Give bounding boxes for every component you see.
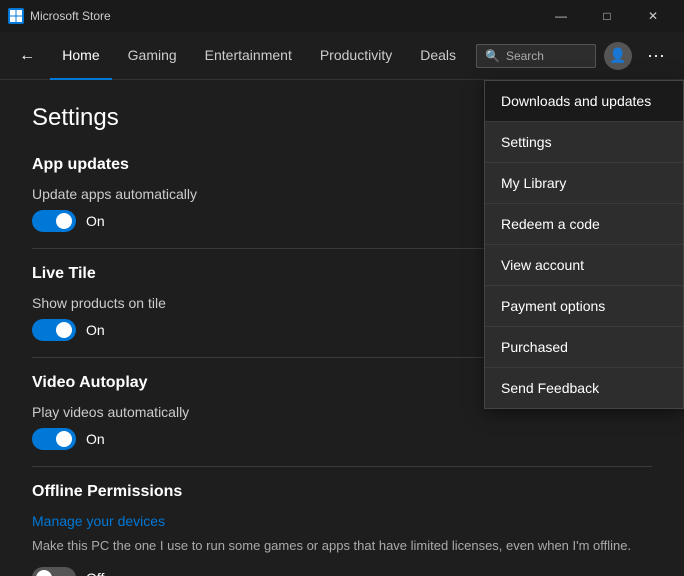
dropdown-item-2[interactable]: My Library xyxy=(485,163,683,204)
offline-permissions-section: Offline Permissions Manage your devices … xyxy=(32,483,652,576)
nav-item-productivity[interactable]: Productivity xyxy=(308,32,404,80)
dropdown-item-3[interactable]: Redeem a code xyxy=(485,204,683,245)
title-bar-controls: — □ ✕ xyxy=(538,0,676,32)
nav-bar: ← Home Gaming Entertainment Productivity… xyxy=(0,32,684,80)
dropdown-item-4[interactable]: View account xyxy=(485,245,683,286)
minimize-button[interactable]: — xyxy=(538,0,584,32)
main-content: Settings App updates Update apps automat… xyxy=(0,80,684,576)
video-autoplay-toggle-label: On xyxy=(86,431,105,447)
maximize-button[interactable]: □ xyxy=(584,0,630,32)
dropdown-item-5[interactable]: Payment options xyxy=(485,286,683,327)
offline-permissions-title: Offline Permissions xyxy=(32,483,652,501)
offline-toggle[interactable] xyxy=(32,567,76,576)
back-button[interactable]: ← xyxy=(12,40,42,72)
nav-item-gaming[interactable]: Gaming xyxy=(116,32,189,80)
app-updates-toggle-label: On xyxy=(86,213,105,229)
offline-permissions-description: Make this PC the one I use to run some g… xyxy=(32,537,652,555)
dropdown-item-1[interactable]: Settings xyxy=(485,122,683,163)
live-tile-toggle-label: On xyxy=(86,322,105,338)
nav-item-deals[interactable]: Deals xyxy=(408,32,468,80)
dropdown-item-6[interactable]: Purchased xyxy=(485,327,683,368)
search-box[interactable]: 🔍 Search xyxy=(476,44,596,68)
offline-toggle-label: Off xyxy=(86,570,104,576)
more-button[interactable]: ··· xyxy=(640,40,672,72)
live-tile-toggle[interactable] xyxy=(32,319,76,341)
title-bar-left: Microsoft Store xyxy=(8,8,111,24)
app-updates-toggle[interactable] xyxy=(32,210,76,232)
manage-devices-link[interactable]: Manage your devices xyxy=(32,513,652,529)
offline-toggle-row: Off xyxy=(32,567,652,576)
title-bar: Microsoft Store — □ ✕ xyxy=(0,0,684,32)
title-bar-text: Microsoft Store xyxy=(30,9,111,23)
nav-items: Home Gaming Entertainment Productivity D… xyxy=(50,32,468,80)
nav-item-entertainment[interactable]: Entertainment xyxy=(193,32,304,80)
dropdown-item-0[interactable]: Downloads and updates xyxy=(485,81,683,122)
video-autoplay-toggle[interactable] xyxy=(32,428,76,450)
dropdown-item-7[interactable]: Send Feedback xyxy=(485,368,683,408)
search-label: Search xyxy=(506,49,544,63)
nav-item-home[interactable]: Home xyxy=(50,32,111,80)
app-icon xyxy=(8,8,24,24)
dropdown-menu: Downloads and updatesSettingsMy LibraryR… xyxy=(484,80,684,409)
video-autoplay-toggle-row: On xyxy=(32,428,652,450)
nav-right: 🔍 Search 👤 ··· xyxy=(476,40,672,72)
close-button[interactable]: ✕ xyxy=(630,0,676,32)
divider-3 xyxy=(32,466,652,467)
user-avatar[interactable]: 👤 xyxy=(604,42,632,70)
search-icon: 🔍 xyxy=(485,49,500,63)
more-icon: ··· xyxy=(647,45,665,66)
